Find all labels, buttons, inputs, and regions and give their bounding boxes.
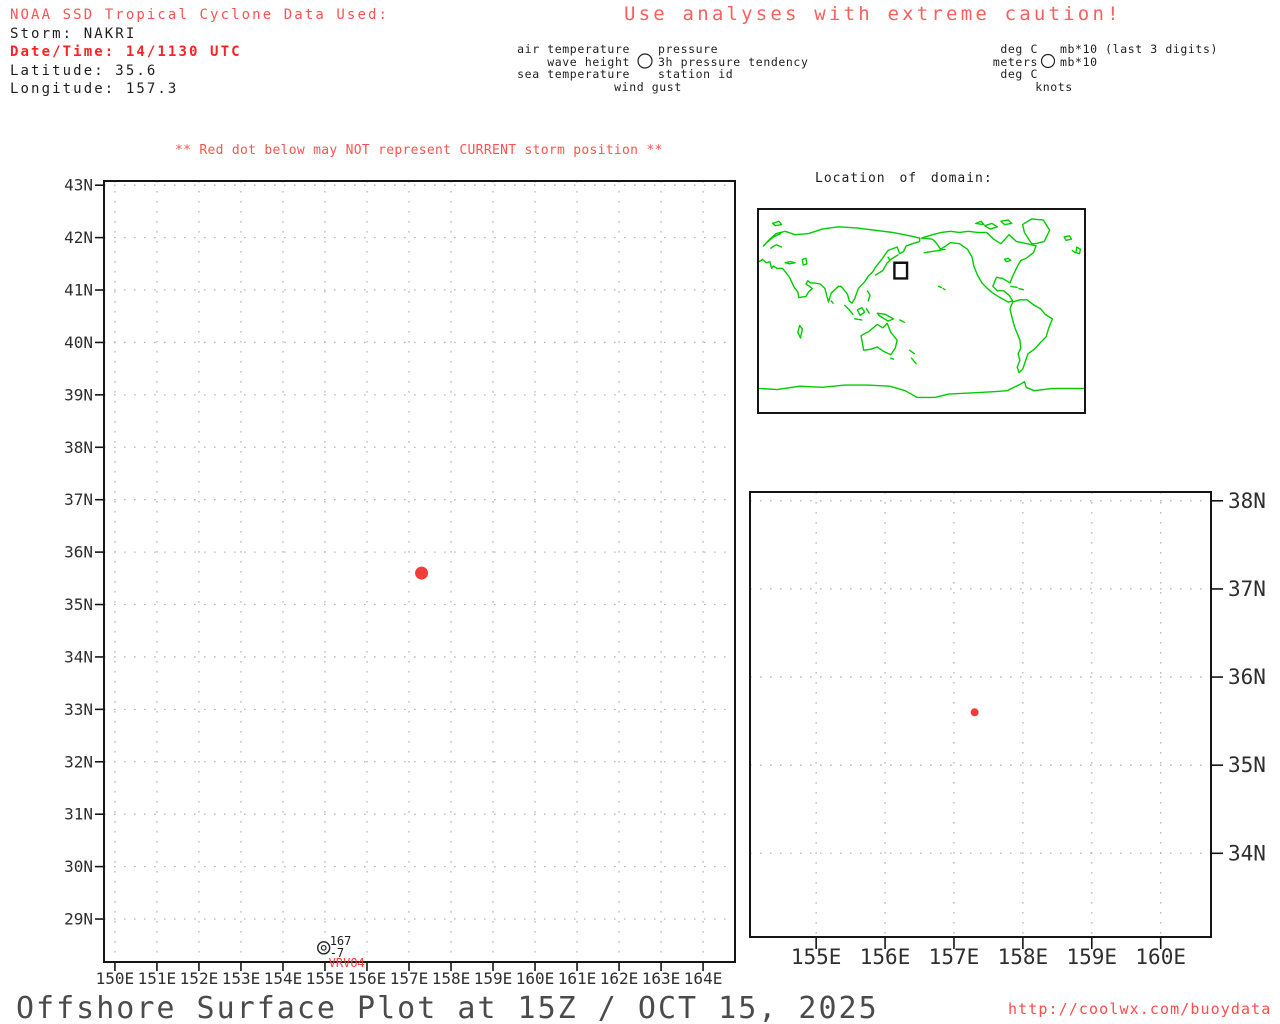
x-tick-label: 158E	[998, 945, 1049, 969]
source-url: http://coolwx.com/buoydata	[1008, 1000, 1272, 1018]
plot-title: Offshore Surface Plot at 15Z / OCT 15, 2…	[16, 991, 879, 1024]
y-tick-label: 30N	[64, 857, 93, 876]
x-tick-label: 158E	[432, 969, 471, 988]
world-map	[757, 208, 1086, 414]
station-id: VRVO4	[329, 956, 365, 970]
world-map-frame	[757, 208, 1086, 414]
plot-0: 150E 151E 152E 153E 154E 155E 156E 157E 158E 159E…	[64, 176, 736, 988]
y-tick-label: 41N	[64, 281, 93, 300]
y-tick-label: 37N	[64, 490, 93, 509]
y-tick-label: 32N	[64, 752, 93, 771]
storm-dot	[970, 708, 979, 717]
x-tick-label: 160E	[516, 969, 555, 988]
x-tick-label: 152E	[180, 969, 219, 988]
x-tick-label: 150E	[96, 969, 135, 988]
x-tick-label: 159E	[1066, 945, 1117, 969]
x-tick-label: 163E	[642, 969, 681, 988]
y-tick-label: 40N	[64, 333, 93, 352]
y-tick-label: 34N	[64, 647, 93, 666]
y-tick-label: 36N	[64, 543, 93, 562]
y-tick-label: 34N	[1228, 841, 1266, 865]
y-tick-label: 31N	[64, 805, 93, 824]
x-tick-label: 164E	[684, 969, 723, 988]
y-tick-label: 38N	[1228, 489, 1266, 513]
y-tick-label: 37N	[1228, 577, 1266, 601]
y-tick-label: 35N	[1228, 753, 1266, 777]
x-tick-label: 156E	[860, 945, 911, 969]
x-tick-label: 155E	[791, 945, 842, 969]
x-tick-label: 156E	[348, 969, 387, 988]
y-tick-label: 36N	[1228, 665, 1266, 689]
units-circle-icon	[1040, 53, 1056, 69]
station-circle-inner-icon	[320, 944, 327, 951]
x-tick-label: 159E	[474, 969, 513, 988]
y-tick-label: 43N	[64, 176, 93, 195]
y-tick-label: 33N	[64, 700, 93, 719]
x-tick-label: 157E	[390, 969, 429, 988]
buoy-plot-page: NOAA SSD Tropical Cyclone Data Used: Sto…	[0, 0, 1280, 1024]
y-tick-label: 42N	[64, 228, 93, 247]
y-tick-label: 39N	[64, 385, 93, 404]
plots-graphics: 150E 151E 152E 153E 154E 155E 156E 157E 158E 159E…	[64, 53, 1266, 988]
x-tick-label: 151E	[138, 969, 177, 988]
station-model-circle-icon	[637, 53, 653, 69]
x-tick-label: 157E	[929, 945, 980, 969]
y-tick-label: 29N	[64, 910, 93, 929]
storm-dot	[415, 566, 429, 580]
x-tick-label: 155E	[306, 969, 345, 988]
x-tick-label: 154E	[264, 969, 303, 988]
station-circle-icon	[317, 941, 331, 955]
x-tick-label: 161E	[558, 969, 597, 988]
plot-frame	[749, 491, 1212, 938]
y-tick-label: 38N	[64, 438, 93, 457]
x-tick-label: 153E	[222, 969, 261, 988]
plot-1: 155E 156E 157E 158E 159E 160E 38N 37N 36N 35N 34N	[749, 489, 1266, 969]
y-tick-label: 35N	[64, 595, 93, 614]
x-tick-label: 160E	[1135, 945, 1186, 969]
x-tick-label: 162E	[600, 969, 639, 988]
